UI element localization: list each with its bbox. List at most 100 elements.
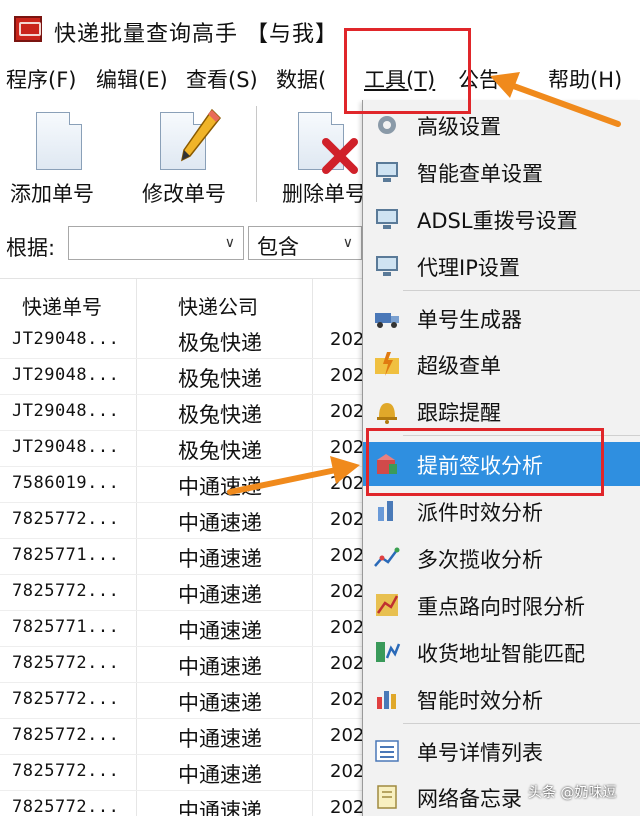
menu-item-bell[interactable]: 跟踪提醒 [363, 389, 640, 433]
table-row[interactable]: 7825771... 中通速递 202 [0, 539, 365, 575]
table-row[interactable]: JT29048... 极兔快递 202 [0, 323, 365, 359]
menu-item-map-route[interactable]: 重点路向时限分析 [363, 583, 640, 627]
line-chart-icon [373, 544, 401, 572]
menu-item-label: 高级设置 [417, 115, 501, 139]
app-logo-icon [14, 16, 42, 42]
table-row[interactable]: JT29048... 极兔快递 202 [0, 395, 365, 431]
table-row[interactable]: 7825772... 中通速递 202 [0, 755, 364, 791]
courier-cell: 极兔快递 [178, 367, 262, 391]
date-cell: 202 [330, 437, 365, 458]
tracking-number-cell: 7825772... [12, 653, 120, 673]
delete-number-label: 删除单号 [282, 182, 366, 206]
table-row[interactable]: 7825772... 中通速递 202 [0, 683, 364, 719]
table-row[interactable]: JT29048... 极兔快递 202 [0, 359, 364, 395]
date-cell: 202 [330, 797, 365, 816]
menu-program[interactable]: 程序(F) [6, 64, 76, 94]
delete-x-icon [322, 138, 358, 174]
menu-item-column-chart[interactable]: 智能时效分析 [363, 677, 640, 721]
courier-cell: 中通速递 [178, 547, 262, 571]
courier-cell: 中通速递 [178, 763, 262, 787]
delete-number-button[interactable]: 删除单号 [278, 108, 368, 208]
date-cell: 202 [330, 329, 365, 350]
menu-view[interactable]: 查看(S) [186, 64, 258, 94]
add-number-label: 添加单号 [10, 182, 94, 206]
date-cell: 202 [330, 545, 365, 566]
filter-match-value: 包含 [257, 235, 299, 259]
menu-item-label: 单号生成器 [417, 308, 522, 332]
courier-cell: 中通速递 [178, 475, 262, 499]
table-row[interactable]: 7825772... 中通速递 202 [0, 791, 365, 816]
menu-item-label: ADSL重拨号设置 [417, 209, 578, 233]
tracking-number-cell: 7586019... [12, 473, 120, 493]
tracking-number-cell: 7825771... [12, 617, 120, 637]
list-icon [373, 737, 401, 765]
menu-bar: 程序(F) 编辑(E) 查看(S) 数据( 工具(T) 公告 帮助(H) [0, 60, 640, 96]
tracking-number-cell: 7825772... [12, 581, 120, 601]
menu-item-address-match[interactable]: 收货地址智能匹配 [363, 630, 640, 674]
table-row[interactable]: 7825772... 中通速递 202 [0, 575, 365, 611]
courier-cell: 中通速递 [178, 655, 262, 679]
courier-cell: 中通速递 [178, 583, 262, 607]
menu-item-label: 单号详情列表 [417, 741, 543, 765]
edit-number-button[interactable]: 修改单号 [138, 108, 238, 208]
table-row[interactable]: 7825772... 中通速递 202 [0, 503, 365, 539]
tools-menu-annotation-box [344, 28, 471, 114]
tracking-number-cell: JT29048... [12, 365, 120, 385]
chevron-down-icon: ∨ [224, 235, 235, 251]
filter-match-select[interactable]: 包含 ∨ [248, 226, 362, 260]
menu-item-label: 跟踪提醒 [417, 401, 501, 425]
menu-separator [403, 723, 640, 724]
menu-item-proxy-monitor[interactable]: 代理IP设置 [363, 244, 640, 288]
filter-field-select[interactable]: ∨ [68, 226, 244, 260]
folder-lightning-icon [373, 350, 401, 378]
menu-item-label: 收货地址智能匹配 [417, 642, 585, 666]
date-cell: 202 [330, 653, 365, 674]
menu-item-label: 重点路向时限分析 [417, 595, 585, 619]
date-cell: 202 [330, 617, 365, 638]
menu-item-line-chart[interactable]: 多次揽收分析 [363, 536, 640, 580]
menu-data[interactable]: 数据( [276, 64, 326, 94]
date-cell: 202 [330, 725, 365, 746]
table-row[interactable]: 7586019... 中通速递 202 [0, 467, 365, 503]
toolbar-divider [256, 106, 257, 202]
menu-item-truck[interactable]: 单号生成器 [363, 296, 640, 340]
menu-separator [403, 290, 640, 291]
menu-item-label: 智能查单设置 [417, 162, 543, 186]
date-cell: 202 [330, 581, 365, 602]
table-row[interactable]: 7825772... 中通速递 202 [0, 719, 365, 755]
menu-edit[interactable]: 编辑(E) [96, 64, 168, 94]
menu-item-network-monitor[interactable]: ADSL重拨号设置 [363, 197, 640, 241]
tracking-number-cell: 7825771... [12, 545, 120, 565]
memo-icon [373, 783, 401, 811]
date-cell: 202 [330, 401, 365, 422]
proxy-monitor-icon [373, 252, 401, 280]
menu-item-label: 多次揽收分析 [417, 548, 543, 572]
courier-cell: 极兔快递 [178, 439, 262, 463]
menu-item-folder-lightning[interactable]: 超级查单 [363, 342, 640, 386]
menu-help[interactable]: 帮助(H) [548, 64, 622, 94]
tracking-number-cell: 7825772... [12, 761, 120, 781]
bar-chart-icon [373, 497, 401, 525]
tracking-number-cell: 7825772... [12, 509, 120, 529]
table-row[interactable]: 7825771... 中通速递 202 [0, 611, 365, 647]
table-row[interactable]: 7825772... 中通速递 202 [0, 647, 365, 683]
table-row[interactable]: JT29048... 极兔快递 202 [0, 431, 365, 467]
column-chart-icon [373, 685, 401, 713]
date-cell: 202 [330, 473, 365, 494]
map-route-icon [373, 591, 401, 619]
menu-item-list[interactable]: 单号详情列表 [363, 729, 640, 773]
courier-cell: 中通速递 [178, 511, 262, 535]
window-title: 快递批量查询高手 【与我】 [54, 22, 338, 47]
column-header-courier[interactable]: 快递公司 [178, 291, 258, 320]
address-match-icon [373, 638, 401, 666]
date-cell: 202 [330, 509, 365, 530]
tracking-number-cell: JT29048... [12, 437, 120, 457]
add-number-button[interactable]: 添加单号 [6, 108, 106, 208]
column-header-tracking-number[interactable]: 快递单号 [22, 291, 102, 320]
results-table: 快递单号 快递公司 JT29048... 极兔快递 202 JT29048... 极兔快… [0, 278, 365, 816]
courier-cell: 极兔快递 [178, 403, 262, 427]
chevron-down-icon: ∨ [342, 235, 353, 251]
courier-cell: 中通速递 [178, 619, 262, 643]
menu-item-monitor-settings[interactable]: 智能查单设置 [363, 150, 640, 194]
courier-cell: 中通速递 [178, 691, 262, 715]
